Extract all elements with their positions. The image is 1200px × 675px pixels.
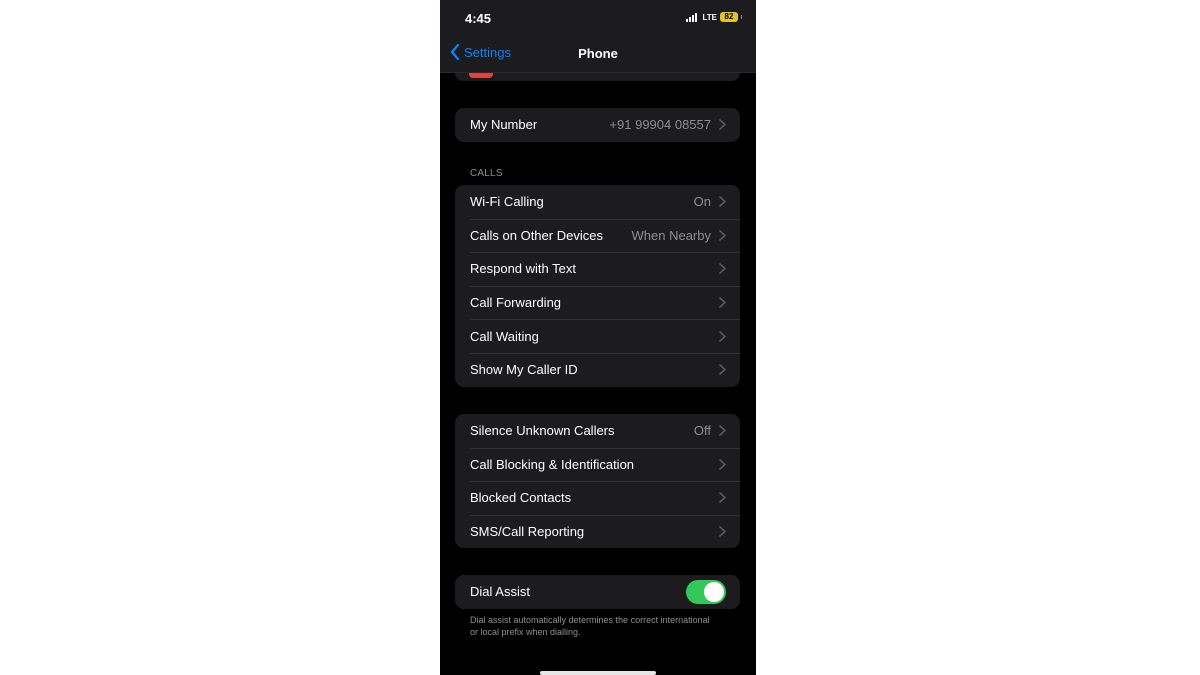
phone-screen: 4:45 LTE 82 Settings Phone My Number +91… xyxy=(440,0,756,675)
dial-assist-row: Dial Assist xyxy=(455,575,740,609)
chevron-right-icon xyxy=(719,230,726,241)
row-label: Show My Caller ID xyxy=(470,362,578,378)
call-forwarding-row[interactable]: Call Forwarding xyxy=(455,285,740,320)
toggle-knob xyxy=(704,581,724,602)
silence-unknown-callers-row[interactable]: Silence Unknown Callers Off xyxy=(455,414,740,448)
call-waiting-row[interactable]: Call Waiting xyxy=(455,319,740,353)
chevron-right-icon xyxy=(719,297,726,308)
call-blocking-identification-row[interactable]: Call Blocking & Identification xyxy=(455,447,740,482)
row-label: SMS/Call Reporting xyxy=(470,524,585,540)
chevron-right-icon xyxy=(719,119,726,131)
row-label: Silence Unknown Callers xyxy=(470,423,615,439)
show-my-caller-id-row[interactable]: Show My Caller ID xyxy=(455,352,740,387)
chevron-right-icon xyxy=(719,526,726,537)
row-value: When Nearby xyxy=(631,227,711,243)
home-indicator xyxy=(540,671,656,675)
row-label: Dial Assist xyxy=(470,584,530,600)
chevron-right-icon xyxy=(719,263,726,275)
respond-with-text-row[interactable]: Respond with Text xyxy=(455,252,740,286)
status-indicators: LTE 82 xyxy=(686,12,742,22)
chevron-right-icon xyxy=(719,425,726,437)
dial-assist-group: Dial Assist xyxy=(455,575,740,609)
row-value: On xyxy=(693,194,711,210)
page-title: Phone xyxy=(578,46,618,61)
calls-group: Wi-Fi Calling On Calls on Other Devices … xyxy=(455,185,740,387)
dial-assist-toggle[interactable] xyxy=(686,579,726,604)
navigation-bar: Settings Phone xyxy=(440,36,756,73)
my-number-row[interactable]: My Number +91 99904 08557 xyxy=(455,108,740,142)
calls-on-other-devices-row[interactable]: Calls on Other Devices When Nearby xyxy=(455,218,740,253)
chevron-right-icon xyxy=(719,364,726,376)
sms-call-reporting-row[interactable]: SMS/Call Reporting xyxy=(455,514,740,549)
section-header-calls: CALLS xyxy=(470,168,503,179)
row-value: Off xyxy=(693,423,711,439)
my-number-group: My Number +91 99904 08557 xyxy=(455,108,740,142)
cellular-signal-icon xyxy=(686,12,698,22)
row-label: Call Blocking & Identification xyxy=(470,456,635,472)
call-blocking-group: Silence Unknown Callers Off Call Blockin… xyxy=(455,414,740,549)
chevron-right-icon xyxy=(719,330,726,342)
row-value: +91 99904 08557 xyxy=(609,117,711,133)
row-label: Call Waiting xyxy=(470,328,539,344)
wifi-calling-row[interactable]: Wi-Fi Calling On xyxy=(455,185,740,219)
row-label: Call Forwarding xyxy=(470,295,562,311)
row-label: Calls on Other Devices xyxy=(470,227,603,243)
chevron-right-icon xyxy=(719,459,726,470)
network-type: LTE xyxy=(702,12,717,22)
chevron-right-icon xyxy=(719,492,726,504)
row-label: Wi-Fi Calling xyxy=(470,194,544,210)
chevron-right-icon xyxy=(719,196,726,208)
row-label: Respond with Text xyxy=(470,261,576,277)
battery-cap xyxy=(741,15,742,19)
battery-icon: 82 xyxy=(720,12,738,22)
blocked-contacts-row[interactable]: Blocked Contacts xyxy=(455,481,740,515)
status-bar: 4:45 LTE 82 xyxy=(440,0,756,36)
dial-assist-footnote: Dial assist automatically determines the… xyxy=(470,615,710,637)
row-label: My Number xyxy=(470,117,538,133)
status-time: 4:45 xyxy=(465,11,492,26)
row-label: Blocked Contacts xyxy=(470,490,572,506)
